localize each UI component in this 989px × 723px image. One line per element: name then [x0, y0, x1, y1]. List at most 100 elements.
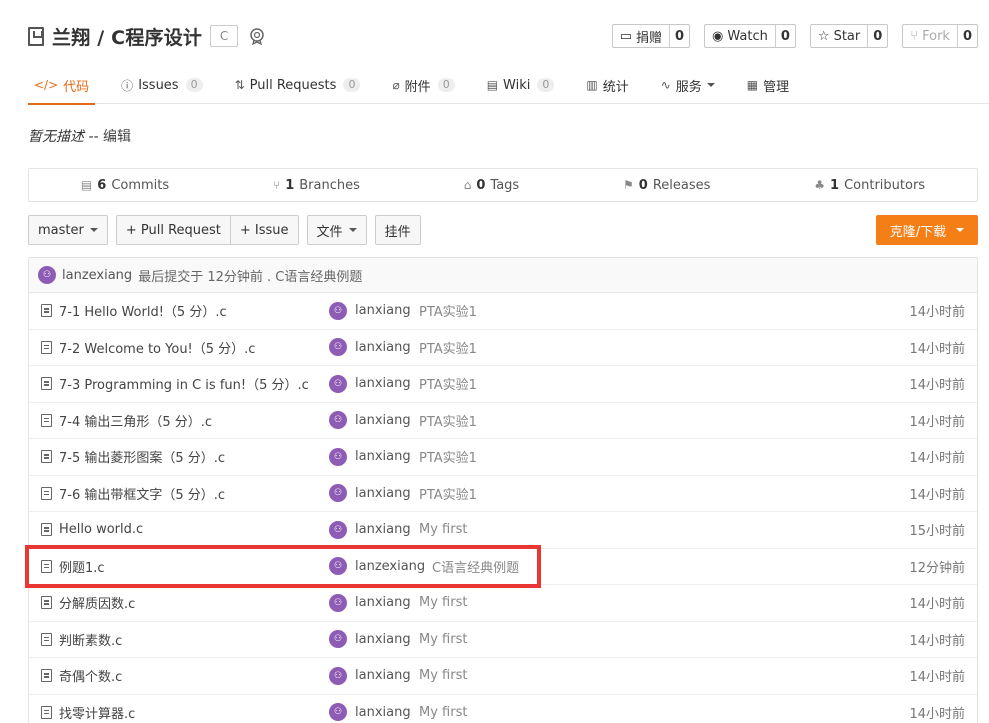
author-name[interactable]: lanxiang — [355, 413, 411, 428]
file-name[interactable]: 判断素数.c — [59, 630, 122, 649]
author-name[interactable]: lanxiang — [355, 595, 411, 610]
author-name[interactable]: lanxiang — [355, 632, 411, 647]
action-count[interactable]: 0 — [958, 25, 977, 47]
avatar[interactable]: ⚇ — [329, 666, 347, 685]
author-cell[interactable]: ⚇ lanxiang — [329, 484, 411, 503]
repo-title[interactable]: 兰翔 / C程序设计 — [52, 23, 202, 50]
commit-message[interactable]: PTA实验1 — [419, 484, 477, 503]
commit-message[interactable]: My first — [419, 668, 467, 683]
author-cell[interactable]: ⚇ lanxiang — [329, 593, 411, 612]
commit-message[interactable]: My first — [419, 595, 467, 610]
avatar[interactable]: ⚇ — [329, 593, 347, 612]
commit-message[interactable]: My first — [419, 632, 467, 647]
file-name[interactable]: Hello world.c — [59, 522, 143, 537]
tab-6[interactable]: ∿ 服务 — [655, 66, 721, 104]
commit-author[interactable]: lanzexiang — [62, 268, 132, 283]
tab-5[interactable]: ▥ 统计 — [580, 66, 634, 104]
avatar[interactable]: ⚇ — [329, 703, 347, 722]
file-name-cell[interactable]: Hello world.c — [41, 522, 143, 537]
author-cell[interactable]: ⚇ lanxiang — [329, 666, 411, 685]
author-cell[interactable]: ⚇ lanxiang — [329, 630, 411, 649]
file-name[interactable]: 奇偶个数.c — [59, 666, 122, 685]
file-menu-button[interactable]: 文件 — [306, 215, 367, 245]
file-name-cell[interactable]: 例题1.c — [41, 557, 105, 576]
tab-3[interactable]: ⌀ 附件 0 — [386, 66, 460, 104]
commit-message[interactable]: My first — [419, 522, 467, 537]
捐赠-action[interactable]: ▭ 捐赠 0 — [611, 24, 691, 48]
commit-message[interactable]: My first — [419, 705, 467, 720]
file-name[interactable]: 7-2 Welcome to You!（5 分）.c — [59, 338, 255, 357]
commit-summary[interactable]: 最后提交于 12分钟前 . C语言经典例题 — [138, 266, 362, 285]
stat-branches[interactable]: ⑂ 1 Branches — [273, 178, 360, 193]
author-cell[interactable]: ⚇ lanxiang — [329, 411, 411, 430]
avatar[interactable]: ⚇ — [329, 484, 347, 503]
stat-releases[interactable]: ⚑ 0 Releases — [623, 178, 710, 193]
file-name[interactable]: 找零计算器.c — [59, 703, 135, 722]
file-name-cell[interactable]: 找零计算器.c — [41, 703, 135, 722]
stat-commits[interactable]: ▤ 6 Commits — [81, 178, 169, 193]
avatar[interactable]: ⚇ — [329, 411, 347, 430]
file-name-cell[interactable]: 7-4 输出三角形（5 分）.c — [41, 411, 212, 430]
file-name[interactable]: 7-4 输出三角形（5 分）.c — [59, 411, 212, 430]
avatar[interactable]: ⚇ — [329, 557, 347, 576]
author-name[interactable]: lanxiang — [355, 303, 411, 318]
star-action[interactable]: ☆ Star 0 — [809, 24, 889, 48]
author-name[interactable]: lanxiang — [355, 668, 411, 683]
edit-description-link[interactable]: 编辑 — [103, 129, 131, 145]
commit-message[interactable]: PTA实验1 — [419, 447, 477, 466]
stat-contributors[interactable]: ♣ 1 Contributors — [814, 178, 925, 193]
author-name[interactable]: lanzexiang — [355, 559, 425, 574]
file-name-cell[interactable]: 判断素数.c — [41, 630, 122, 649]
file-name-cell[interactable]: 7-1 Hello World!（5 分）.c — [41, 301, 227, 320]
tab-7[interactable]: ▦ 管理 — [741, 66, 795, 104]
tab-2[interactable]: ⇅ Pull Requests 0 — [229, 66, 367, 104]
clone-download-button[interactable]: 克隆/下载 — [876, 215, 978, 245]
file-name[interactable]: 分解质因数.c — [59, 593, 135, 612]
avatar[interactable]: ⚇ — [329, 520, 347, 539]
commit-message[interactable]: PTA实验1 — [419, 374, 477, 393]
author-cell[interactable]: ⚇ lanxiang — [329, 520, 411, 539]
action-count[interactable]: 0 — [776, 25, 795, 47]
tab-4[interactable]: ▤ Wiki 0 — [481, 66, 561, 104]
author-name[interactable]: lanxiang — [355, 705, 411, 720]
file-name-cell[interactable]: 7-6 输出带框文字（5 分）.c — [41, 484, 225, 503]
file-name[interactable]: 例题1.c — [59, 557, 105, 576]
author-cell[interactable]: ⚇ lanxiang — [329, 338, 411, 357]
commit-message[interactable]: PTA实验1 — [419, 411, 477, 430]
author-cell[interactable]: ⚇ lanzexiang — [329, 557, 425, 576]
stat-tags[interactable]: ⌂ 0 Tags — [464, 178, 519, 193]
new-issue-button[interactable]: + Issue — [230, 215, 299, 245]
author-cell[interactable]: ⚇ lanxiang — [329, 447, 411, 466]
author-cell[interactable]: ⚇ lanxiang — [329, 301, 411, 320]
author-name[interactable]: lanxiang — [355, 449, 411, 464]
fork-action[interactable]: ⑂ Fork 0 — [902, 24, 978, 48]
commit-message[interactable]: PTA实验1 — [419, 301, 477, 320]
author-name[interactable]: lanxiang — [355, 522, 411, 537]
commit-message[interactable]: PTA实验1 — [419, 338, 477, 357]
action-count[interactable]: 0 — [670, 25, 689, 47]
file-name[interactable]: 7-5 输出菱形图案（5 分）.c — [59, 447, 225, 466]
file-name-cell[interactable]: 7-2 Welcome to You!（5 分）.c — [41, 338, 255, 357]
new-pull-request-button[interactable]: + Pull Request — [115, 215, 231, 245]
avatar[interactable]: ⚇ — [329, 338, 347, 357]
commit-message[interactable]: C语言经典例题 — [432, 557, 519, 576]
avatar[interactable]: ⚇ — [329, 374, 347, 393]
author-cell[interactable]: ⚇ lanxiang — [329, 374, 411, 393]
tab-1[interactable]: ⓘ Issues 0 — [115, 66, 208, 104]
file-name-cell[interactable]: 7-3 Programming in C is fun!（5 分）.c — [41, 374, 309, 393]
language-badge[interactable]: C — [210, 25, 239, 47]
file-name-cell[interactable]: 7-5 输出菱形图案（5 分）.c — [41, 447, 225, 466]
avatar[interactable]: ⚇ — [329, 447, 347, 466]
author-name[interactable]: lanxiang — [355, 376, 411, 391]
watch-action[interactable]: ◉ Watch 0 — [704, 24, 796, 48]
file-name[interactable]: 7-1 Hello World!（5 分）.c — [59, 301, 227, 320]
author-name[interactable]: lanxiang — [355, 340, 411, 355]
action-count[interactable]: 0 — [868, 25, 887, 47]
file-name-cell[interactable]: 分解质因数.c — [41, 593, 135, 612]
author-name[interactable]: lanxiang — [355, 486, 411, 501]
avatar[interactable]: ⚇ — [329, 630, 347, 649]
tab-0[interactable]: </> 代码 — [28, 66, 96, 105]
file-name[interactable]: 7-3 Programming in C is fun!（5 分）.c — [59, 374, 309, 393]
avatar[interactable]: ⚇ — [329, 301, 347, 320]
author-cell[interactable]: ⚇ lanxiang — [329, 703, 411, 722]
